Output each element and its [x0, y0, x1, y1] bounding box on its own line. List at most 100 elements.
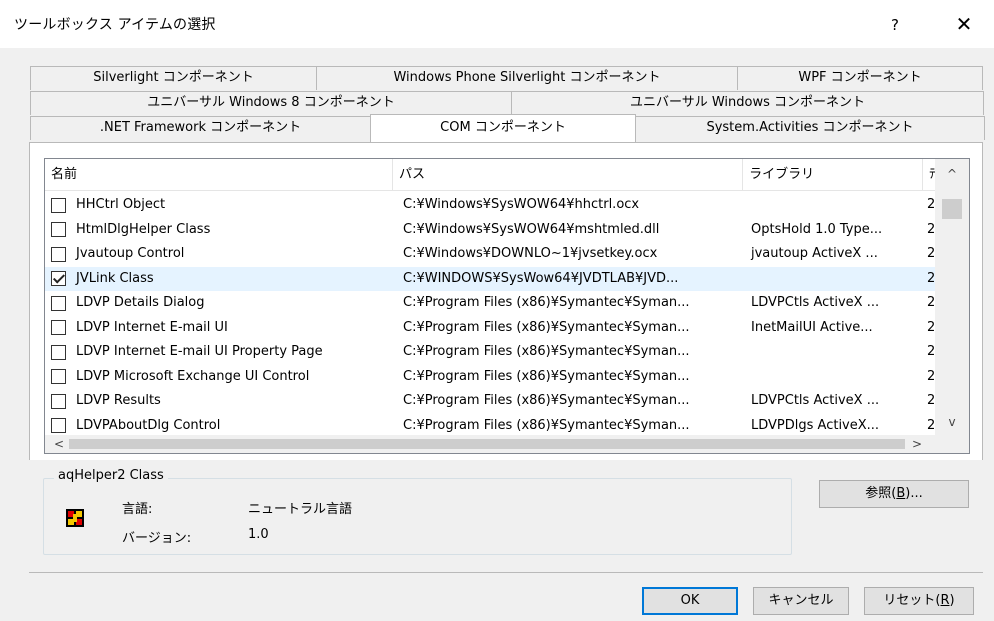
component-name: HHCtrl Object — [76, 197, 166, 213]
component-checkbox[interactable] — [51, 320, 66, 336]
path-cell: C:¥Windows¥SysWOW64¥hhctrl.ocx — [403, 197, 640, 213]
title-bar: ツールボックス アイテムの選択 ? ✕ — [0, 0, 994, 48]
column-header-path[interactable]: パス — [393, 159, 744, 191]
component-name: Jvautoup Control — [76, 246, 185, 262]
component-checkbox[interactable] — [51, 393, 66, 409]
component-checkbox[interactable] — [51, 344, 66, 360]
tab-windows-phone-silverlight[interactable]: Windows Phone Silverlight コンポーネント — [316, 66, 738, 90]
name-cell: Jvautoup Control — [45, 242, 397, 266]
list-header: 名前 パス ライブラリ ﾃ — [45, 159, 935, 191]
selected-component-title: aqHelper2 Class — [54, 468, 168, 483]
close-button[interactable]: ✕ — [946, 10, 982, 40]
ok-button[interactable]: OK — [642, 587, 738, 615]
list-item[interactable]: Jvautoup Control C:¥Windows¥DOWNLO~1¥jvse… — [45, 242, 935, 267]
component-name: HtmlDlgHelper Class — [76, 221, 211, 237]
list-item[interactable]: LDVP Internet E-mail UI C:¥Program Files … — [45, 316, 935, 341]
component-name: LDVP Internet E-mail UI Property Page — [76, 344, 323, 360]
component-name: LDVP Details Dialog — [76, 295, 205, 311]
horizontal-scroll-thumb[interactable] — [69, 439, 905, 449]
list-item[interactable]: JVLink Class C:¥WINDOWS¥SysWow64¥JVDTLAB¥… — [45, 266, 935, 291]
browse-button-prefix: 参照( — [865, 486, 897, 501]
path-cell: C:¥Program Files (x86)¥Symantec¥Syman... — [403, 344, 690, 360]
language-label: 言語: — [122, 502, 153, 517]
list-item[interactable]: LDVP Internet E-mail UI Property Page C:¥… — [45, 340, 935, 365]
scroll-down-icon[interactable]: v — [935, 411, 969, 433]
list-item[interactable]: LDVP Results C:¥Program Files (x86)¥Syman… — [45, 389, 935, 414]
reset-button-suffix: ) — [949, 593, 955, 608]
component-name: JVLink Class — [76, 270, 154, 286]
component-list[interactable]: 名前 パス ライブラリ ﾃ HHCtrl Object C:¥Windows¥Sy… — [44, 158, 970, 454]
column-header-name[interactable]: 名前 — [45, 159, 394, 191]
version-cell: 2 — [927, 393, 935, 409]
tab-universal-windows-8[interactable]: ユニバーサル Windows 8 コンポーネント — [30, 91, 512, 115]
path-cell: C:¥Windows¥SysWOW64¥mshtmled.dll — [403, 221, 660, 237]
cancel-button[interactable]: キャンセル — [753, 587, 849, 615]
tab-row-1: Silverlight コンポーネント Windows Phone Silver… — [30, 66, 983, 90]
list-item[interactable]: HHCtrl Object C:¥Windows¥SysWOW64¥hhctrl.… — [45, 193, 935, 218]
reset-button-prefix: リセット( — [883, 593, 941, 608]
version-cell: 2 — [927, 246, 935, 262]
component-name: LDVP Results — [76, 393, 161, 409]
path-cell: C:¥Program Files (x86)¥Symantec¥Syman... — [403, 393, 690, 409]
component-checkbox[interactable] — [51, 197, 66, 213]
path-cell: C:¥Program Files (x86)¥Symantec¥Syman... — [403, 319, 690, 335]
version-cell: 2 — [927, 197, 935, 213]
name-cell: LDVP Internet E-mail UI — [45, 316, 397, 340]
tab-net-framework[interactable]: .NET Framework コンポーネント — [30, 116, 371, 140]
language-value: ニュートラル言語 — [248, 502, 353, 517]
component-checkbox[interactable] — [51, 369, 66, 385]
tab-universal-windows[interactable]: ユニバーサル Windows コンポーネント — [511, 91, 984, 115]
library-cell — [745, 193, 927, 217]
reset-button[interactable]: リセット(R) — [864, 587, 974, 615]
library-cell: LDVPCtls ActiveX ... — [751, 295, 880, 311]
version-cell: 2 — [927, 368, 935, 384]
name-cell: LDVP Details Dialog — [45, 291, 397, 315]
component-checkbox[interactable] — [51, 295, 66, 311]
reset-button-key: R — [940, 593, 950, 608]
list-item[interactable]: LDVP Details Dialog C:¥Program Files (x86… — [45, 291, 935, 316]
version-cell: 2 — [927, 270, 935, 286]
path-cell: C:¥Windows¥DOWNLO~1¥jvsetkey.ocx — [403, 246, 658, 262]
library-cell: InetMailUI Active... — [751, 319, 873, 335]
browse-button-key: B — [896, 486, 906, 501]
browse-button[interactable]: 参照(B)... — [819, 480, 969, 508]
scroll-up-icon[interactable]: ^ — [935, 163, 969, 185]
library-cell — [745, 365, 927, 389]
horizontal-scrollbar[interactable]: < > — [45, 435, 935, 453]
component-icon — [66, 509, 84, 527]
scroll-corner — [935, 435, 969, 453]
tab-system-activities[interactable]: System.Activities コンポーネント — [635, 116, 985, 140]
path-cell: C:¥Program Files (x86)¥Symantec¥Syman... — [403, 368, 690, 384]
list-rows: HHCtrl Object C:¥Windows¥SysWOW64¥hhctrl.… — [45, 193, 935, 438]
component-checkbox[interactable] — [51, 418, 66, 434]
tab-row-2: ユニバーサル Windows 8 コンポーネント ユニバーサル Windows … — [30, 91, 984, 115]
list-item[interactable]: HtmlDlgHelper Class C:¥Windows¥SysWOW64¥m… — [45, 218, 935, 243]
component-checkbox[interactable] — [51, 271, 66, 287]
scroll-left-icon[interactable]: < — [49, 435, 69, 453]
library-cell — [745, 267, 927, 291]
path-cell: C:¥Program Files (x86)¥Symantec¥Syman... — [403, 295, 690, 311]
tab-row-3: .NET Framework コンポーネント COM コンポーネント Syste… — [30, 114, 985, 142]
tab-wpf[interactable]: WPF コンポーネント — [737, 66, 983, 90]
tab-com[interactable]: COM コンポーネント — [370, 114, 636, 142]
version-cell: 2 — [927, 295, 935, 311]
version-value: 1.0 — [248, 527, 269, 542]
name-cell: HtmlDlgHelper Class — [45, 218, 397, 242]
column-header-library[interactable]: ライブラリ — [743, 159, 924, 191]
dialog-title: ツールボックス アイテムの選択 — [14, 17, 216, 33]
scroll-right-icon[interactable]: > — [907, 435, 927, 453]
name-cell: LDVP Internet E-mail UI Property Page — [45, 340, 397, 364]
list-item[interactable]: LDVP Microsoft Exchange UI Control C:¥Pro… — [45, 365, 935, 390]
library-cell: OptsHold 1.0 Type... — [751, 221, 883, 237]
component-checkbox[interactable] — [51, 222, 66, 238]
tab-silverlight[interactable]: Silverlight コンポーネント — [30, 66, 317, 90]
choose-toolbox-items-dialog: ツールボックス アイテムの選択 ? ✕ Silverlight コンポーネント … — [0, 0, 994, 621]
vertical-scrollbar[interactable]: ^ v — [935, 159, 969, 435]
vertical-scroll-thumb[interactable] — [942, 199, 962, 219]
version-label: バージョン: — [122, 531, 192, 546]
component-checkbox[interactable] — [51, 246, 66, 262]
column-header-version[interactable]: ﾃ — [923, 159, 935, 191]
component-name: LDVP Internet E-mail UI — [76, 319, 228, 335]
help-button[interactable]: ? — [880, 10, 910, 40]
component-name: LDVP Microsoft Exchange UI Control — [76, 368, 310, 384]
